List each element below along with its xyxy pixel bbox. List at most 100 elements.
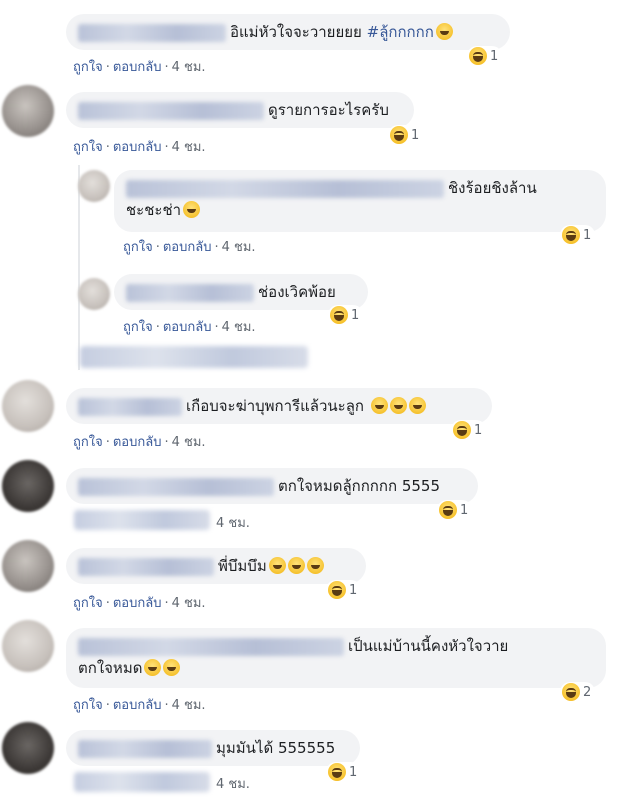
timestamp[interactable]: 4 ชม. xyxy=(172,596,206,611)
like-link[interactable]: ถูกใจ xyxy=(73,435,103,450)
like-link[interactable]: ถูกใจ xyxy=(73,60,103,75)
comment-text: ตกใจหมดลู้กกกกก 5555 xyxy=(278,477,440,495)
avatar[interactable] xyxy=(78,278,110,310)
comment-actions: ถูกใจ · ตอบกลับ · 4 ชม. xyxy=(73,140,206,155)
reaction-count[interactable]: 1 xyxy=(388,125,424,145)
haha-reaction-icon xyxy=(562,683,580,701)
grinning-emoji-icon xyxy=(389,397,407,414)
comment-actions: ถูกใจ · ตอบกลับ · 4 ชม. xyxy=(123,320,256,335)
haha-reaction-icon xyxy=(439,501,457,519)
avatar[interactable] xyxy=(2,722,54,774)
comment-actions: ถูกใจ · ตอบกลับ · 4 ชม. xyxy=(73,435,206,450)
hashtag-link[interactable]: #ลู้กกกกก xyxy=(367,23,434,41)
author-name-blurred[interactable] xyxy=(78,397,182,416)
like-link[interactable]: ถูกใจ xyxy=(73,140,103,155)
avatar[interactable] xyxy=(2,85,54,137)
comment-bubble: มุมมันได้ 555555 xyxy=(66,730,360,766)
blurred-actions xyxy=(74,772,210,792)
grinning-emoji-icon xyxy=(306,557,324,574)
reaction-count[interactable]: 1 xyxy=(451,420,487,440)
grinning-emoji-icon xyxy=(408,397,426,414)
haha-reaction-icon xyxy=(453,421,471,439)
haha-reaction-icon xyxy=(330,306,348,324)
author-name-blurred[interactable] xyxy=(78,739,212,758)
timestamp[interactable]: 4 ชม. xyxy=(222,240,256,255)
avatar[interactable] xyxy=(2,620,54,672)
haha-reaction-icon xyxy=(390,126,408,144)
comment-text: เกือบจะฆ่าบุพการีแล้วนะลูก xyxy=(186,397,364,415)
reaction-count[interactable]: 1 xyxy=(560,225,596,245)
like-link[interactable]: ถูกใจ xyxy=(123,240,153,255)
avatar[interactable] xyxy=(2,380,54,432)
comment-text: ดูรายการอะไรครับ xyxy=(268,101,389,119)
reply-link[interactable]: ตอบกลับ xyxy=(113,435,162,450)
reply-link[interactable]: ตอบกลับ xyxy=(163,320,212,335)
laughing-emoji-icon xyxy=(183,201,201,218)
grinning-emoji-icon xyxy=(268,557,286,574)
timestamp[interactable]: 4 ชม. xyxy=(216,516,250,531)
comment-text-line2: ชะชะช่า xyxy=(126,201,182,219)
reply-link[interactable]: ตอบกลับ xyxy=(113,60,162,75)
grinning-emoji-icon xyxy=(144,659,162,676)
avatar[interactable] xyxy=(78,170,110,202)
comment-bubble: ช่องเวิคพ้อย xyxy=(114,274,368,310)
grinning-emoji-icon xyxy=(287,557,305,574)
reaction-count[interactable]: 1 xyxy=(326,580,362,600)
laughing-emoji-icon xyxy=(435,23,453,40)
haha-reaction-icon xyxy=(562,226,580,244)
comment-bubble: เกือบจะฆ่าบุพการีแล้วนะลูก xyxy=(66,388,492,424)
comment-text-line2: ตกใจหมด xyxy=(78,659,143,677)
haha-reaction-icon xyxy=(469,47,487,65)
author-name-blurred[interactable] xyxy=(126,283,254,302)
reply-link[interactable]: ตอบกลับ xyxy=(113,698,162,713)
like-link[interactable]: ถูกใจ xyxy=(73,596,103,611)
author-name-blurred[interactable] xyxy=(126,179,444,198)
blurred-reply-input xyxy=(80,346,308,368)
like-link[interactable]: ถูกใจ xyxy=(123,320,153,335)
reply-link[interactable]: ตอบกลับ xyxy=(113,596,162,611)
comment-bubble: พี่บึมบึม xyxy=(66,548,366,584)
comment-text: เป็นแม่บ้านนี้คงหัวใจวาย xyxy=(348,637,509,655)
comment-bubble: เป็นแม่บ้านนี้คงหัวใจวาย ตกใจหมด xyxy=(66,628,606,688)
reaction-count[interactable]: 1 xyxy=(326,762,362,782)
comment-text: ชิงร้อยชิงล้าน xyxy=(448,179,537,197)
comment-text: ช่องเวิคพ้อย xyxy=(258,283,336,301)
comment-text: พี่บึมบึม xyxy=(218,557,267,575)
comment-actions: 4 ชม. xyxy=(216,773,250,794)
reaction-count[interactable]: 2 xyxy=(560,682,596,702)
comment-actions: ถูกใจ · ตอบกลับ · 4 ชม. xyxy=(123,240,256,255)
comment-bubble: ชิงร้อยชิงล้าน ชะชะช่า xyxy=(114,170,606,232)
author-name-blurred[interactable] xyxy=(78,477,274,496)
author-name-blurred[interactable] xyxy=(78,101,264,120)
author-name-blurred[interactable] xyxy=(78,23,226,42)
avatar[interactable] xyxy=(2,460,54,512)
blurred-actions xyxy=(74,510,210,530)
grinning-emoji-icon xyxy=(163,659,181,676)
timestamp[interactable]: 4 ชม. xyxy=(172,698,206,713)
comment-text: อิแม่หัวใจจะวายยยย xyxy=(230,23,362,41)
timestamp[interactable]: 4 ชม. xyxy=(222,320,256,335)
comment-actions: ถูกใจ · ตอบกลับ · 4 ชม. xyxy=(73,698,206,713)
author-name-blurred[interactable] xyxy=(78,557,214,576)
comment-actions: ถูกใจ · ตอบกลับ · 4 ชม. xyxy=(73,60,206,75)
comment-bubble: ตกใจหมดลู้กกกกก 5555 xyxy=(66,468,478,504)
comment-actions: ถูกใจ · ตอบกลับ · 4 ชม. xyxy=(73,596,206,611)
timestamp[interactable]: 4 ชม. xyxy=(172,435,206,450)
haha-reaction-icon xyxy=(328,763,346,781)
reply-link[interactable]: ตอบกลับ xyxy=(163,240,212,255)
avatar[interactable] xyxy=(2,540,54,592)
comment-bubble: ดูรายการอะไรครับ xyxy=(66,92,414,128)
reply-link[interactable]: ตอบกลับ xyxy=(113,140,162,155)
author-name-blurred[interactable] xyxy=(78,637,344,656)
reaction-count[interactable]: 1 xyxy=(328,305,364,325)
like-link[interactable]: ถูกใจ xyxy=(73,698,103,713)
reaction-count[interactable]: 1 xyxy=(467,46,503,66)
comment-bubble: อิแม่หัวใจจะวายยยย #ลู้กกกกก xyxy=(66,14,510,50)
timestamp[interactable]: 4 ชม. xyxy=(216,777,250,792)
haha-reaction-icon xyxy=(328,581,346,599)
timestamp[interactable]: 4 ชม. xyxy=(172,60,206,75)
grinning-emoji-icon xyxy=(370,397,388,414)
reaction-count[interactable]: 1 xyxy=(437,500,473,520)
timestamp[interactable]: 4 ชม. xyxy=(172,140,206,155)
comment-text: มุมมันได้ 555555 xyxy=(216,739,336,757)
